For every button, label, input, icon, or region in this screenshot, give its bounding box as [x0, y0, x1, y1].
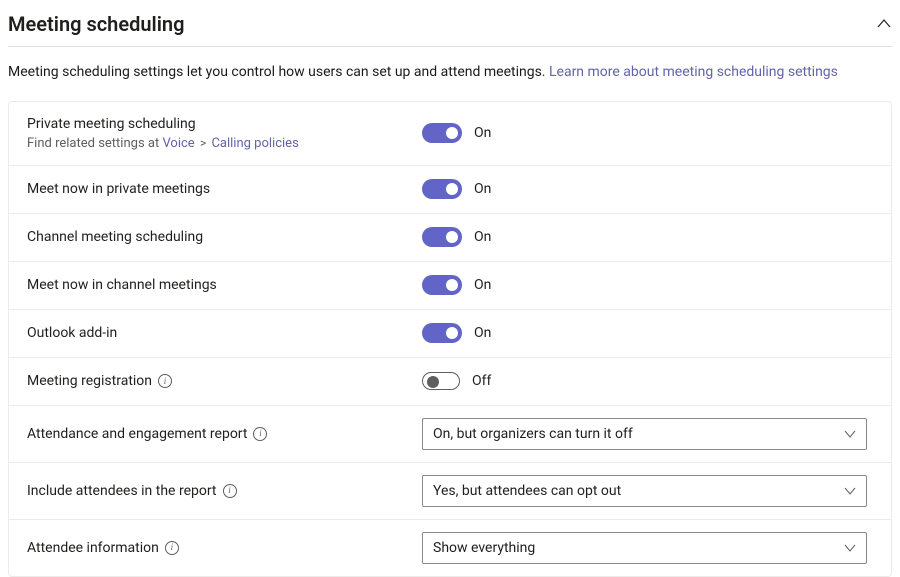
- section-header: Meeting scheduling: [8, 6, 892, 47]
- learn-more-link[interactable]: Learn more about meeting scheduling sett…: [549, 64, 838, 80]
- meet-now-channel-toggle[interactable]: [422, 275, 462, 295]
- label-col: Meeting registration i: [27, 373, 422, 389]
- settings-card: Private meeting scheduling Find related …: [8, 101, 892, 577]
- label-col: Channel meeting scheduling: [27, 229, 422, 245]
- setting-row-include-attendees: Include attendees in the report i Yes, b…: [9, 463, 891, 520]
- setting-row-meet-now-private: Meet now in private meetings On: [9, 166, 891, 214]
- meeting-registration-toggle[interactable]: [422, 372, 460, 390]
- breadcrumb-separator: >: [198, 136, 208, 150]
- control-col: On: [422, 275, 873, 295]
- collapse-section-icon[interactable]: [876, 16, 892, 32]
- setting-row-outlook-addin: Outlook add-in On: [9, 310, 891, 358]
- dropdown-value: Show everything: [433, 540, 535, 556]
- control-col: On: [422, 323, 873, 343]
- description-text: Meeting scheduling settings let you cont…: [8, 64, 549, 80]
- setting-label: Channel meeting scheduling: [27, 229, 422, 245]
- attendee-info-dropdown[interactable]: Show everything: [422, 532, 867, 564]
- chevron-down-icon: [844, 428, 856, 440]
- setting-row-meeting-registration: Meeting registration i Off: [9, 358, 891, 406]
- channel-scheduling-toggle[interactable]: [422, 227, 462, 247]
- toggle-state-label: On: [474, 277, 491, 293]
- info-icon[interactable]: i: [158, 374, 172, 388]
- chevron-down-icon: [844, 485, 856, 497]
- private-meeting-toggle[interactable]: [422, 123, 462, 143]
- label-col: Attendee information i: [27, 540, 422, 556]
- setting-row-attendance-report: Attendance and engagement report i On, b…: [9, 406, 891, 463]
- section-title: Meeting scheduling: [8, 12, 184, 36]
- setting-row-channel-scheduling: Channel meeting scheduling On: [9, 214, 891, 262]
- calling-policies-link[interactable]: Calling policies: [211, 136, 298, 151]
- setting-label: Meet now in channel meetings: [27, 277, 422, 293]
- label-col: Outlook add-in: [27, 325, 422, 341]
- toggle-state-label: On: [474, 181, 491, 197]
- dropdown-value: On, but organizers can turn it off: [433, 426, 633, 442]
- label-col: Attendance and engagement report i: [27, 426, 422, 442]
- label-col: Include attendees in the report i: [27, 483, 422, 499]
- setting-label: Outlook add-in: [27, 325, 422, 341]
- setting-label: Meet now in private meetings: [27, 181, 422, 197]
- label-col: Private meeting scheduling Find related …: [27, 116, 422, 151]
- control-col: On: [422, 227, 873, 247]
- control-col: On: [422, 123, 873, 143]
- label-col: Meet now in private meetings: [27, 181, 422, 197]
- chevron-down-icon: [844, 542, 856, 554]
- control-col: On: [422, 179, 873, 199]
- setting-label: Include attendees in the report: [27, 483, 217, 499]
- setting-hint: Find related settings at Voice > Calling…: [27, 136, 422, 151]
- info-icon[interactable]: i: [223, 484, 237, 498]
- attendance-report-dropdown[interactable]: On, but organizers can turn it off: [422, 418, 867, 450]
- meet-now-private-toggle[interactable]: [422, 179, 462, 199]
- control-col: Off: [422, 372, 873, 390]
- toggle-state-label: On: [474, 125, 491, 141]
- setting-label: Attendance and engagement report: [27, 426, 247, 442]
- control-col: Show everything: [422, 532, 873, 564]
- control-col: Yes, but attendees can opt out: [422, 475, 873, 507]
- section-description: Meeting scheduling settings let you cont…: [8, 63, 892, 83]
- setting-label: Attendee information: [27, 540, 159, 556]
- dropdown-value: Yes, but attendees can opt out: [433, 483, 621, 499]
- setting-row-private-meeting: Private meeting scheduling Find related …: [9, 102, 891, 166]
- voice-link[interactable]: Voice: [162, 136, 194, 151]
- setting-row-attendee-info: Attendee information i Show everything: [9, 520, 891, 576]
- toggle-state-label: On: [474, 325, 491, 341]
- info-icon[interactable]: i: [165, 541, 179, 555]
- setting-row-meet-now-channel: Meet now in channel meetings On: [9, 262, 891, 310]
- setting-label: Meeting registration: [27, 373, 152, 389]
- control-col: On, but organizers can turn it off: [422, 418, 873, 450]
- outlook-addin-toggle[interactable]: [422, 323, 462, 343]
- toggle-state-label: On: [474, 229, 491, 245]
- toggle-state-label: Off: [472, 373, 491, 389]
- include-attendees-dropdown[interactable]: Yes, but attendees can opt out: [422, 475, 867, 507]
- info-icon[interactable]: i: [253, 427, 267, 441]
- label-col: Meet now in channel meetings: [27, 277, 422, 293]
- setting-label: Private meeting scheduling: [27, 116, 422, 132]
